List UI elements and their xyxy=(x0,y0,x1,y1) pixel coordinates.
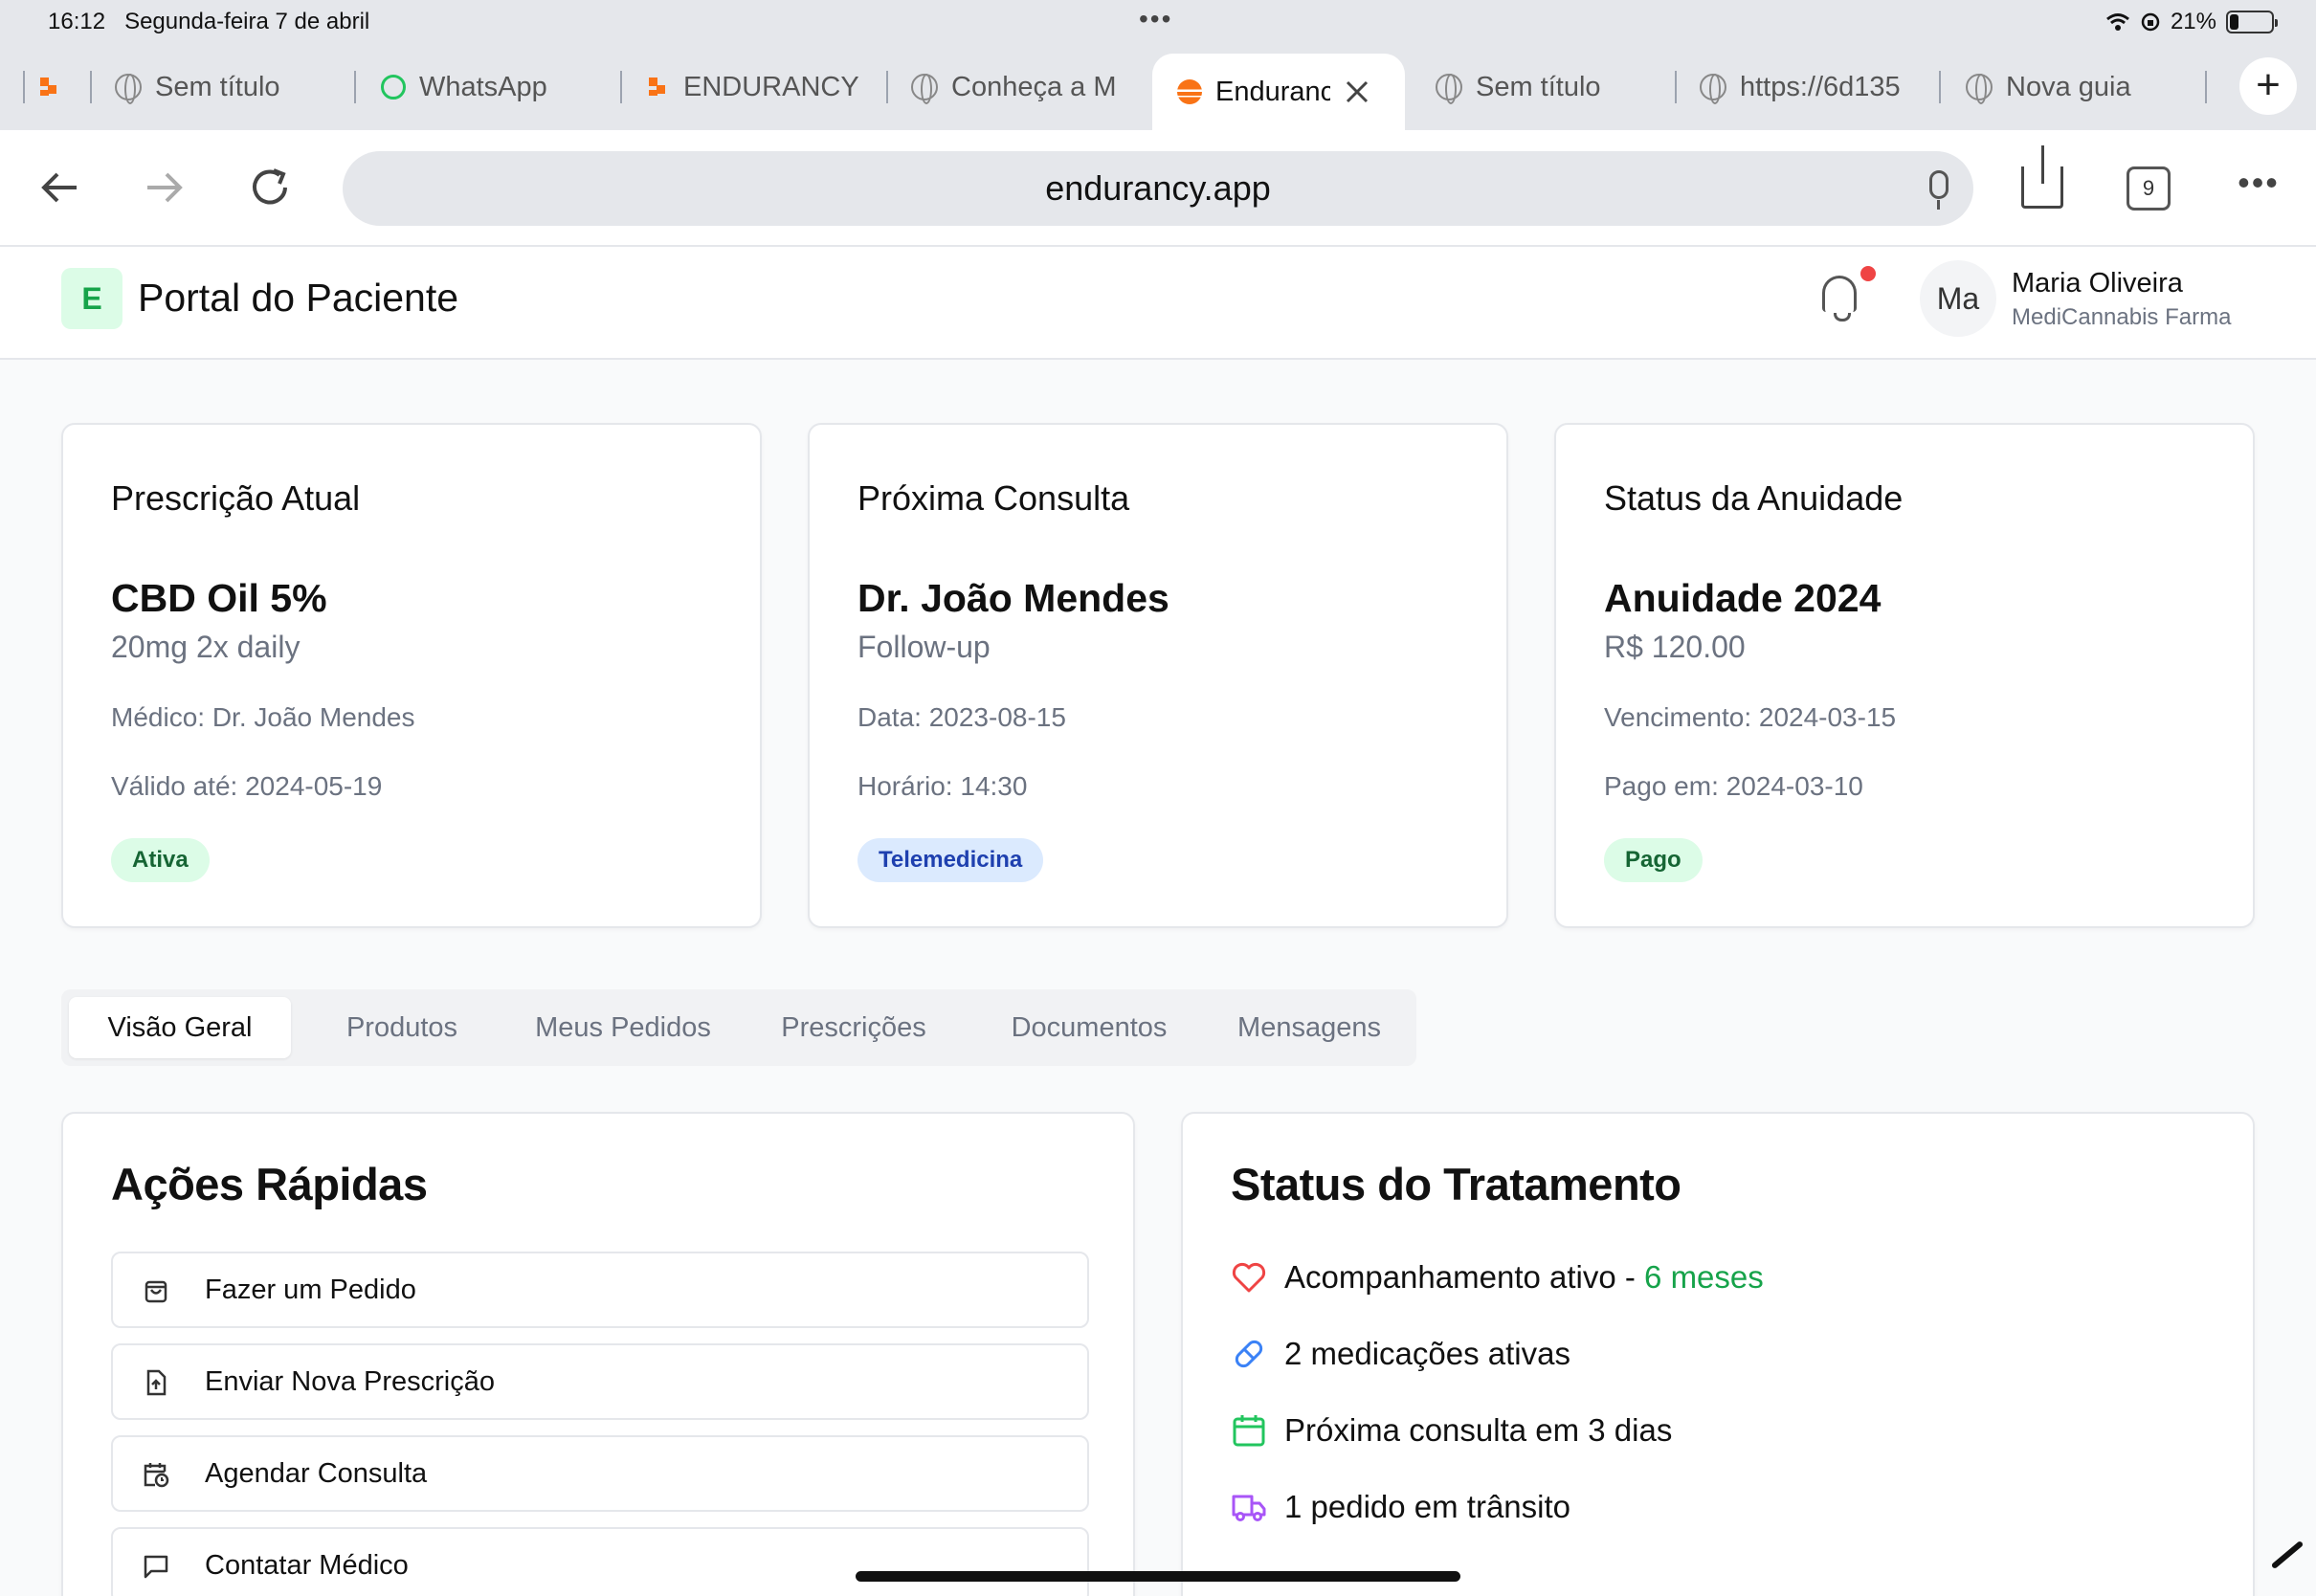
prescription-card: Prescrição Atual CBD Oil 5% 20mg 2x dail… xyxy=(61,423,762,928)
globe-icon xyxy=(1966,74,1993,104)
annuity-status-card: Status da Anuidade Anuidade 2024 R$ 120.… xyxy=(1554,423,2255,928)
card-subtitle: Follow-up xyxy=(857,630,991,664)
user-name: Maria Oliveira xyxy=(2012,268,2183,299)
wifi-icon xyxy=(2106,13,2129,31)
sunset-icon xyxy=(1177,79,1202,104)
endurancy-logo-icon xyxy=(647,76,670,99)
multitasking-dots-icon[interactable]: ••• xyxy=(1139,4,1172,34)
browser-tab-active[interactable]: Enduranc xyxy=(1152,54,1405,130)
user-avatar[interactable]: Ma xyxy=(1920,260,1996,337)
calendar-icon xyxy=(1233,1415,1265,1447)
browser-tab-strip: Sem título WhatsApp ENDURANCY Conheça a … xyxy=(0,44,2316,130)
tab-my-orders[interactable]: Meus Pedidos xyxy=(511,997,735,1058)
action-label: Fazer um Pedido xyxy=(205,1275,416,1305)
card-subtitle: R$ 120.00 xyxy=(1604,630,1746,664)
card-title: Status da Anuidade xyxy=(1604,478,1904,518)
calendar-clock-icon xyxy=(144,1463,169,1488)
app-header: E Portal do Paciente Ma Maria Oliveira M… xyxy=(0,247,2316,360)
section-title: Ações Rápidas xyxy=(111,1159,428,1209)
action-label: Agendar Consulta xyxy=(205,1458,428,1489)
globe-icon xyxy=(1700,74,1726,104)
card-title: Prescrição Atual xyxy=(111,478,361,518)
status-badge: Ativa xyxy=(111,838,210,882)
browser-tab-endurancy[interactable]: ENDURANCY xyxy=(647,63,888,111)
message-icon xyxy=(144,1555,168,1579)
section-title: Status do Tratamento xyxy=(1231,1159,1681,1209)
schedule-appointment-button[interactable]: Agendar Consulta xyxy=(111,1435,1089,1512)
next-appointment-card: Próxima Consulta Dr. João Mendes Follow-… xyxy=(808,423,1508,928)
card-title: Próxima Consulta xyxy=(857,478,1130,518)
pill-icon xyxy=(1235,1340,1263,1368)
orientation-lock-icon xyxy=(2141,12,2160,32)
microphone-icon[interactable] xyxy=(1929,170,1949,210)
quick-actions-card: Ações Rápidas Fazer um Pedido Enviar Nov… xyxy=(61,1112,1135,1596)
more-options-icon[interactable]: ••• xyxy=(2230,159,2287,216)
notification-bell-icon[interactable] xyxy=(1822,276,1857,321)
browser-tab-conheca[interactable]: Conheça a M xyxy=(911,63,1125,111)
card-detail: Horário: 14:30 xyxy=(857,771,1028,801)
reload-icon[interactable] xyxy=(241,159,299,216)
tab-prescriptions[interactable]: Prescrições xyxy=(746,997,961,1058)
tab-documents[interactable]: Documentos xyxy=(974,997,1204,1058)
whatsapp-icon xyxy=(381,75,406,100)
file-upload-icon xyxy=(146,1369,167,1396)
app-logo: E xyxy=(61,268,122,329)
status-time-date: 16:12 Segunda-feira 7 de abril xyxy=(48,9,370,34)
card-main-value: CBD Oil 5% xyxy=(111,576,327,620)
tab-messages[interactable]: Mensagens xyxy=(1210,997,1409,1058)
globe-icon xyxy=(911,74,938,104)
home-indicator[interactable] xyxy=(856,1571,1460,1582)
status-right: 21% xyxy=(2105,9,2278,35)
browser-tab-endurancy-pinned[interactable] xyxy=(23,63,92,111)
shopping-bag-icon xyxy=(145,1280,167,1303)
forward-arrow-icon[interactable] xyxy=(136,159,193,216)
heart-icon xyxy=(1232,1262,1266,1293)
notification-dot xyxy=(1860,266,1876,281)
treatment-status-card: Status do Tratamento Acompanhamento ativ… xyxy=(1181,1112,2255,1596)
back-arrow-icon[interactable] xyxy=(31,159,88,216)
tab-overview[interactable]: Visão Geral xyxy=(69,997,291,1058)
place-order-button[interactable]: Fazer um Pedido xyxy=(111,1252,1089,1328)
ios-status-bar: 16:12 Segunda-feira 7 de abril ••• 21% xyxy=(0,0,2316,44)
card-main-value: Anuidade 2024 xyxy=(1604,576,1882,620)
page-tabs: Visão Geral Produtos Meus Pedidos Prescr… xyxy=(61,989,1416,1066)
browser-tab-7[interactable]: https://6d135 xyxy=(1700,63,1941,111)
browser-tab-6[interactable]: Sem título xyxy=(1436,63,1677,111)
tab-products[interactable]: Produtos xyxy=(306,997,498,1058)
card-subtitle: 20mg 2x daily xyxy=(111,630,301,664)
card-detail: Data: 2023-08-15 xyxy=(857,702,1066,732)
app-title: Portal do Paciente xyxy=(138,276,459,320)
close-tab-icon[interactable] xyxy=(1344,78,1370,105)
battery-percent: 21% xyxy=(2170,9,2216,34)
contact-doctor-button[interactable]: Contatar Médico xyxy=(111,1527,1089,1596)
card-detail: Médico: Dr. João Mendes xyxy=(111,702,415,732)
browser-toolbar: endurancy.app 9 ••• xyxy=(0,130,2316,247)
battery-fill xyxy=(2230,14,2238,30)
battery-icon xyxy=(2226,11,2278,33)
globe-icon xyxy=(115,74,142,104)
send-prescription-button[interactable]: Enviar Nova Prescrição xyxy=(111,1343,1089,1420)
new-tab-button[interactable]: + xyxy=(2239,57,2297,115)
card-main-value: Dr. João Mendes xyxy=(857,576,1169,620)
globe-icon xyxy=(1436,74,1462,104)
share-icon[interactable] xyxy=(2021,145,2063,209)
browser-tab-8[interactable]: Nova guia xyxy=(1966,63,2207,111)
browser-tab-whatsapp[interactable]: WhatsApp xyxy=(381,63,622,111)
card-detail: Válido até: 2024-05-19 xyxy=(111,771,383,801)
pencil-icon[interactable] xyxy=(2270,1540,2305,1570)
status-badge: Telemedicina xyxy=(857,838,1044,882)
tab-overview-button[interactable]: 9 xyxy=(2127,166,2171,211)
card-detail: Pago em: 2024-03-10 xyxy=(1604,771,1863,801)
user-company: MediCannabis Farma xyxy=(2012,304,2232,330)
action-label: Contatar Médico xyxy=(205,1550,409,1581)
endurancy-logo-icon xyxy=(38,76,61,99)
action-label: Enviar Nova Prescrição xyxy=(205,1366,495,1397)
browser-tab-1[interactable]: Sem título xyxy=(115,63,356,111)
status-badge: Pago xyxy=(1604,838,1703,882)
address-bar[interactable]: endurancy.app xyxy=(343,151,1973,226)
truck-icon xyxy=(1232,1495,1266,1521)
card-detail: Vencimento: 2024-03-15 xyxy=(1604,702,1897,732)
url-text: endurancy.app xyxy=(1045,168,1271,208)
